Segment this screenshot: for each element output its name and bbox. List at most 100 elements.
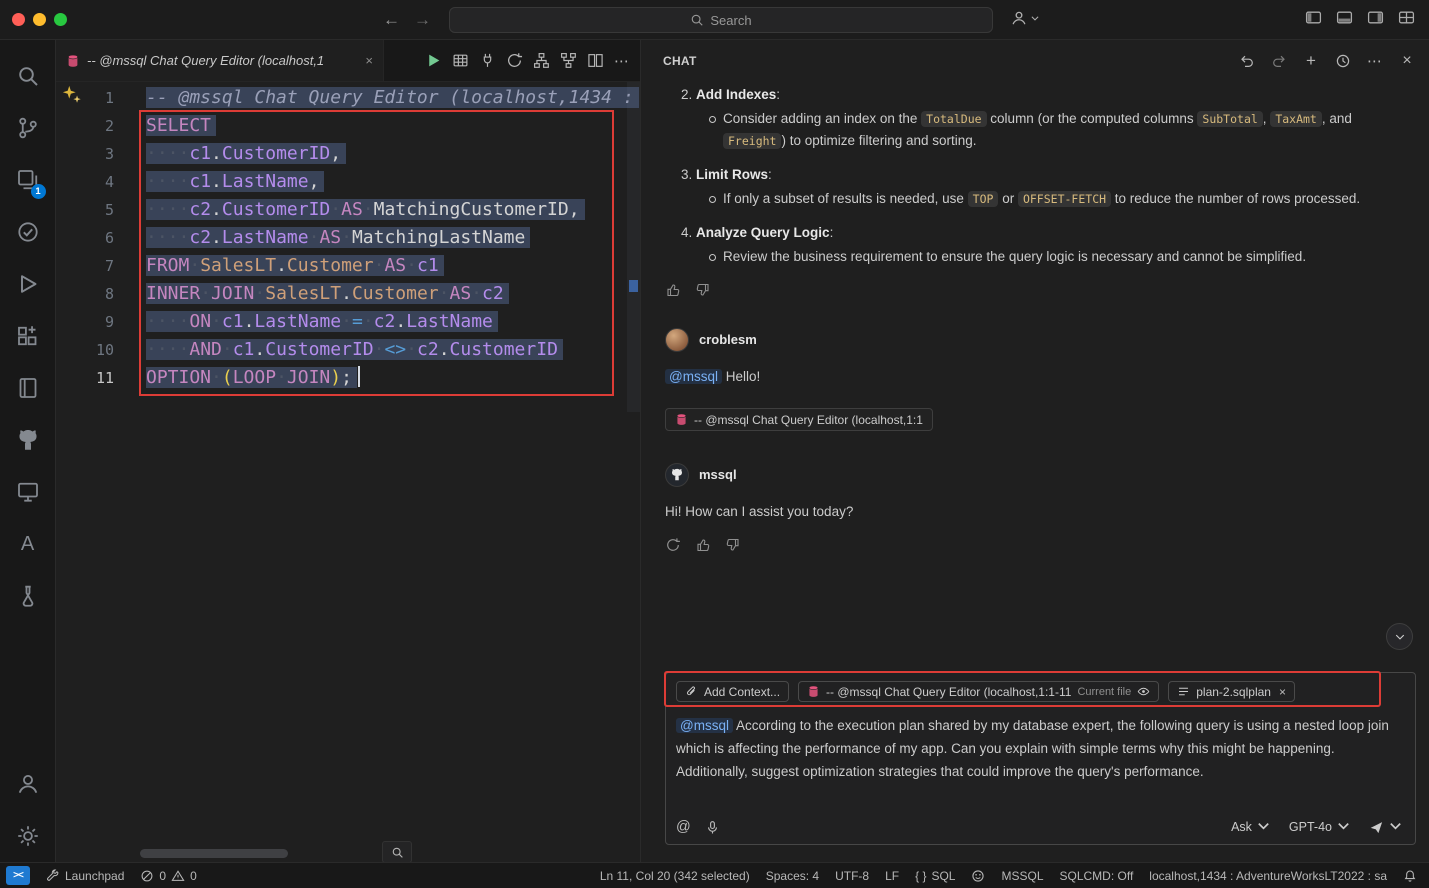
line-number[interactable]: 1 <box>56 84 130 112</box>
close-window-button[interactable] <box>12 13 25 26</box>
indentation-status[interactable]: Spaces: 4 <box>766 869 819 883</box>
toggle-panel-icon[interactable] <box>1336 9 1353 26</box>
notifications-bell[interactable] <box>1403 869 1417 883</box>
launchpad-status[interactable]: Launchpad <box>46 869 124 883</box>
activity-source-control[interactable] <box>4 102 52 154</box>
mode-picker[interactable]: Ask <box>1231 818 1271 836</box>
accounts-menu[interactable] <box>1010 9 1040 27</box>
problems-status[interactable]: 0 0 <box>140 869 196 883</box>
microphone-icon[interactable] <box>705 820 720 835</box>
code-line[interactable]: OPTION·(LOOP·JOIN); <box>146 364 639 392</box>
cursor-position-status[interactable]: Ln 11, Col 20 (342 selected) <box>600 869 750 883</box>
minimize-window-button[interactable] <box>33 13 46 26</box>
eol-status[interactable]: LF <box>885 869 899 883</box>
line-number[interactable]: 11 <box>56 364 130 392</box>
run-query-icon[interactable] <box>425 52 442 69</box>
thumbs-down-icon[interactable] <box>725 537 741 553</box>
activity-github[interactable] <box>4 414 52 466</box>
code-line[interactable]: FROM·SalesLT.Customer·AS·c1 <box>146 252 639 280</box>
code-line[interactable]: ····AND·c1.CustomerID·<>·c2.CustomerID <box>146 336 639 364</box>
sqlcmd-status[interactable]: SQLCMD: Off <box>1060 869 1134 883</box>
mssql-status[interactable]: MSSQL <box>1001 869 1043 883</box>
activity-testing[interactable] <box>4 206 52 258</box>
undo-icon[interactable] <box>1237 51 1257 71</box>
text-segment: or <box>998 191 1018 206</box>
line-number[interactable]: 9 <box>56 308 130 336</box>
activity-accounts[interactable] <box>4 758 52 810</box>
code-line[interactable]: INNER·JOIN·SalesLT.Customer·AS·c2 <box>146 280 639 308</box>
send-button[interactable] <box>1369 818 1403 836</box>
markdown-heading: 3. Limit Rows: <box>681 164 1405 186</box>
eye-icon[interactable] <box>1137 685 1150 698</box>
copilot-status[interactable] <box>971 869 985 883</box>
chat-input-text[interactable]: @mssql According to the execution plan s… <box>676 714 1405 783</box>
thumbs-down-icon[interactable] <box>695 282 711 298</box>
model-picker[interactable]: GPT-4o <box>1289 818 1351 836</box>
tab-mssql-chat-query-editor[interactable]: -- @mssql Chat Query Editor (localhost,1… <box>56 40 384 81</box>
scroll-to-bottom-button[interactable] <box>1386 623 1413 650</box>
activity-azure[interactable]: A <box>4 518 52 570</box>
line-number[interactable]: 2 <box>56 112 130 140</box>
chat-more-icon[interactable]: ⋯ <box>1365 51 1385 71</box>
code-editor[interactable]: 1234567891011 -- @mssql Chat Query Edito… <box>56 82 640 846</box>
mention-icon[interactable]: @ <box>676 819 691 835</box>
activity-references[interactable]: 1 <box>4 154 52 206</box>
activity-remote-explorer[interactable] <box>4 466 52 518</box>
chat-input-box[interactable]: Add Context... -- @mssql Chat Query Edit… <box>665 672 1416 845</box>
code-line[interactable]: ····c2.CustomerID·AS·MatchingCustomerID, <box>146 196 639 224</box>
new-chat-icon[interactable]: + <box>1301 51 1321 71</box>
activity-run-debug[interactable] <box>4 258 52 310</box>
plan-file-context-chip[interactable]: plan-2.sqlplan × <box>1168 681 1295 702</box>
toggle-secondary-sidebar-icon[interactable] <box>1367 9 1384 26</box>
activity-notebook[interactable] <box>4 362 52 414</box>
current-file-context-chip[interactable]: -- @mssql Chat Query Editor (localhost,1… <box>798 681 1159 702</box>
chat-history-icon[interactable] <box>1333 51 1353 71</box>
thumbs-up-icon[interactable] <box>665 282 681 298</box>
navigate-back-icon[interactable]: ← <box>383 10 400 30</box>
code-line[interactable]: ····ON·c1.LastName·=·c2.LastName <box>146 308 639 336</box>
rerun-icon[interactable] <box>665 537 681 553</box>
editor-scrollbar[interactable] <box>627 82 640 412</box>
activity-mssql[interactable] <box>4 570 52 622</box>
tab-close-icon[interactable]: × <box>365 53 373 68</box>
code-line[interactable]: ····c1.CustomerID, <box>146 140 639 168</box>
command-center-search[interactable]: Search <box>449 7 993 33</box>
estimated-plan-icon[interactable] <box>533 52 550 69</box>
more-actions-icon[interactable]: ⋯ <box>614 52 630 70</box>
connect-icon[interactable] <box>479 52 496 69</box>
remote-indicator[interactable]: >< <box>6 866 30 885</box>
customize-layout-icon[interactable] <box>1398 9 1415 26</box>
line-number[interactable]: 4 <box>56 168 130 196</box>
activity-extensions[interactable] <box>4 310 52 362</box>
activity-settings[interactable] <box>4 810 52 862</box>
change-connection-icon[interactable] <box>506 52 523 69</box>
line-number[interactable]: 6 <box>56 224 130 252</box>
line-number[interactable]: 10 <box>56 336 130 364</box>
attached-file-chip[interactable]: -- @mssql Chat Query Editor (localhost,1… <box>665 408 933 431</box>
navigate-forward-icon[interactable]: → <box>414 10 431 30</box>
results-grid-icon[interactable] <box>452 52 469 69</box>
split-editor-icon[interactable] <box>587 52 604 69</box>
thumbs-up-icon[interactable] <box>695 537 711 553</box>
line-number[interactable]: 5 <box>56 196 130 224</box>
line-number[interactable]: 7 <box>56 252 130 280</box>
language-mode-status[interactable]: { } SQL <box>915 869 955 883</box>
code-line[interactable]: ····c2.LastName·AS·MatchingLastName <box>146 224 639 252</box>
code-line[interactable]: SELECT <box>146 112 639 140</box>
line-number[interactable]: 3 <box>56 140 130 168</box>
editor-zoom-button[interactable] <box>382 841 412 863</box>
close-panel-icon[interactable]: × <box>1397 51 1417 71</box>
code-line[interactable]: -- @mssql Chat Query Editor (localhost,1… <box>146 84 639 112</box>
maximize-window-button[interactable] <box>54 13 67 26</box>
activity-search[interactable] <box>4 50 52 102</box>
code-line[interactable]: ····c1.LastName, <box>146 168 639 196</box>
toggle-primary-sidebar-icon[interactable] <box>1305 9 1322 26</box>
connection-status[interactable]: localhost,1434 : AdventureWorksLT2022 : … <box>1149 869 1387 883</box>
actual-plan-icon[interactable] <box>560 52 577 69</box>
remove-context-icon[interactable]: × <box>1279 685 1286 699</box>
line-number[interactable]: 8 <box>56 280 130 308</box>
redo-icon[interactable] <box>1269 51 1289 71</box>
horizontal-scrollbar[interactable] <box>140 849 288 858</box>
add-context-button[interactable]: Add Context... <box>676 681 789 702</box>
encoding-status[interactable]: UTF-8 <box>835 869 869 883</box>
